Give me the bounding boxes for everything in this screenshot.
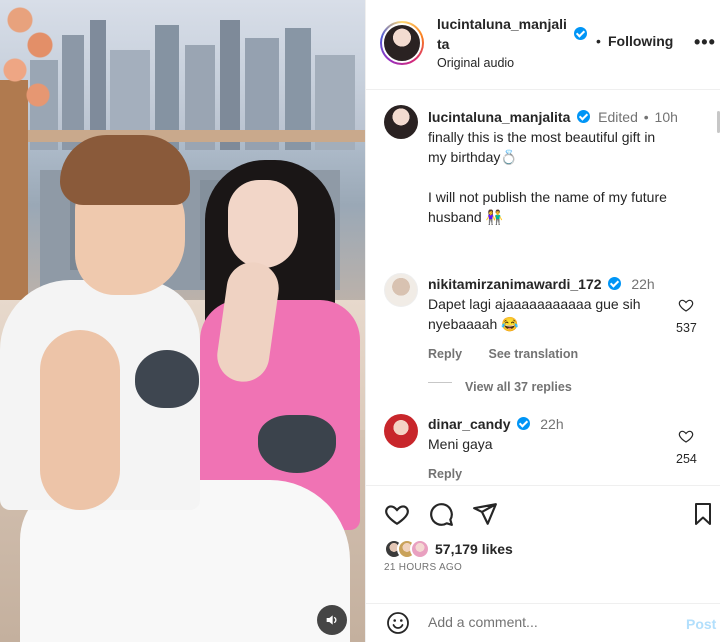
comment-time: 22h [540,416,564,432]
comment-text-line-2: nyebaaaah 😂 [428,316,519,332]
caption-line-1: finally this is the most beautiful gift … [428,129,656,145]
share-paper-plane-icon[interactable] [472,501,498,527]
emoji-smiley-icon[interactable] [386,611,410,635]
save-bookmark-icon[interactable] [691,501,715,527]
author-avatar-image [382,23,422,63]
like-comment-heart-icon[interactable] [678,428,694,444]
more-options-icon[interactable]: ••• [694,32,716,53]
header-separator: • [596,33,601,49]
post-actions: 57,179 likes 21 HOURS AGO [366,485,720,605]
caption-username[interactable]: lucintaluna_manjalita [428,109,570,125]
post-comment-button[interactable]: Post [686,616,716,632]
caption: lucintaluna_manjalita Edited • 10h final… [428,107,713,227]
gift-bowl-left [135,350,199,408]
verified-badge-icon [608,277,622,290]
comment-text-line-1: Dapet lagi ajaaaaaaaaaaa gue sih [428,296,641,312]
post-video[interactable] [0,0,365,642]
post-panel: lucintaluna_manjali ta • Following ••• O… [365,0,720,642]
liker-avatar [410,539,430,559]
author-username-part2: ta [437,36,450,52]
verified-badge-icon [577,110,591,123]
comment-item: dinar_candy 22h Meni gaya Reply [428,414,668,483]
verified-badge-icon [574,27,587,40]
verified-badge-icon [517,417,531,430]
gift-bowl-right [258,415,336,473]
comment-avatar[interactable] [384,273,418,307]
speaker-icon [326,615,337,625]
audio-link[interactable]: Original audio [437,56,514,70]
man-arm [40,330,120,510]
comment-bubble-icon[interactable] [428,501,454,527]
reply-button[interactable]: Reply [428,347,462,361]
likes-count[interactable]: 57,179 likes [435,541,513,557]
man-hair [60,135,190,205]
caption-edited: Edited [598,109,638,125]
author-username-part1: lucintaluna_manjali [437,16,567,32]
comment-composer: Add a comment... Post [366,603,720,642]
comment-input[interactable]: Add a comment... [428,614,538,630]
caption-line-3: I will not publish the name of my future [428,189,667,205]
balcony-railing [0,130,365,142]
comments-section[interactable]: lucintaluna_manjalita Edited • 10h final… [366,91,720,485]
replies-divider [428,382,452,383]
comment-avatar[interactable] [384,414,418,448]
mute-button[interactable] [317,605,347,635]
comment-like-count: 254 [676,452,697,466]
caption-avatar[interactable] [384,105,418,139]
flower-decoration [0,0,60,130]
comment-username[interactable]: dinar_candy [428,416,510,432]
caption-line-4: husband 👫 [428,209,504,225]
post-timestamp[interactable]: 21 HOURS AGO [384,562,462,573]
comment-username[interactable]: nikitamirzanimawardi_172 [428,276,602,292]
caption-line-2: my birthday💍 [428,149,518,165]
caption-time: 10h [654,109,678,125]
view-replies-button[interactable]: View all 37 replies [465,380,572,394]
like-comment-heart-icon[interactable] [678,297,694,313]
woman-face [228,180,298,268]
comment-time: 22h [631,276,655,292]
comment-like-count: 537 [676,321,697,335]
following-button[interactable]: Following [608,33,673,49]
see-translation-button[interactable]: See translation [489,347,579,361]
author-avatar[interactable] [380,21,424,65]
author-username[interactable]: lucintaluna_manjali ta [437,14,597,54]
reply-button[interactable]: Reply [428,467,462,481]
comment-item: nikitamirzanimawardi_172 22h Dapet lagi … [428,274,668,363]
caption-separator: • [643,109,649,125]
likes-summary[interactable]: 57,179 likes [384,538,513,560]
post-header: lucintaluna_manjali ta • Following ••• O… [366,0,720,90]
comment-text: Meni gaya [428,436,493,452]
like-heart-icon[interactable] [384,501,410,527]
